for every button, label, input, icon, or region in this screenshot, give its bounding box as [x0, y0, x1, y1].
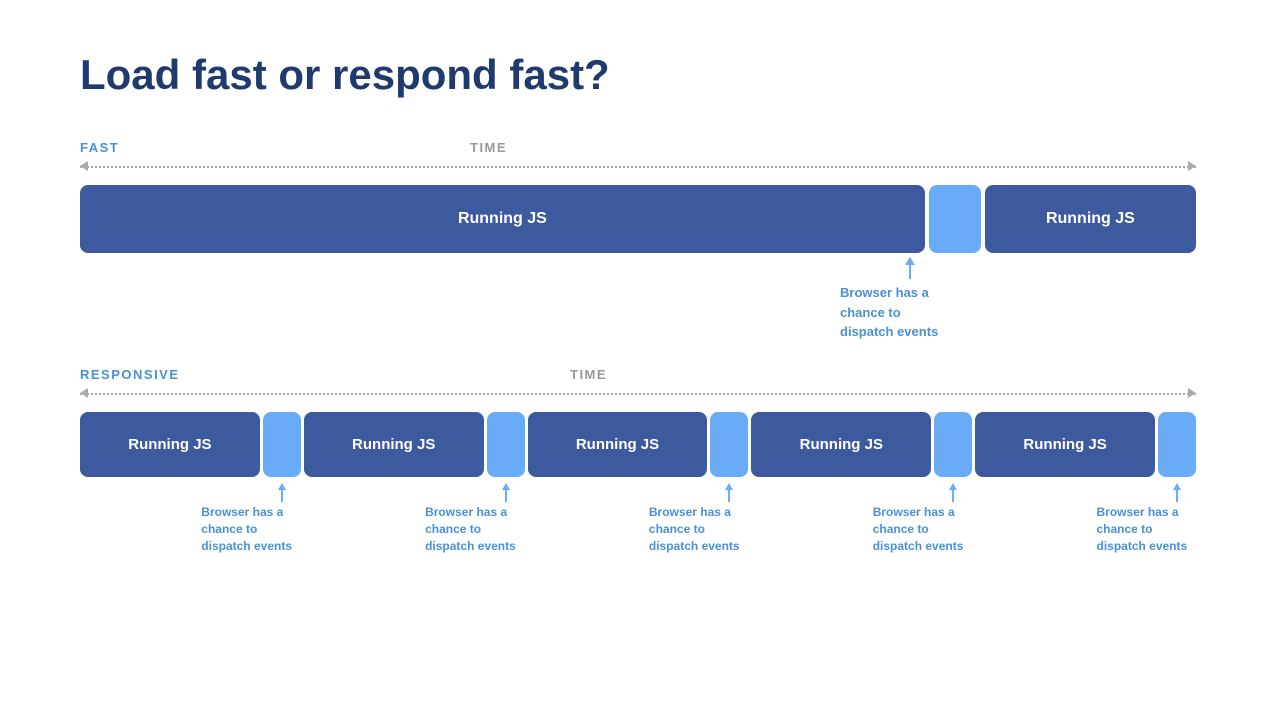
resp-ann-4: Browser has achance todispatch events: [934, 483, 972, 554]
resp-ann-arrow-1: [278, 483, 286, 502]
resp-block-1: Running JS: [80, 412, 260, 477]
fast-time-label: TIME: [470, 140, 507, 155]
resp-ann-arrowhead-1: [278, 483, 286, 490]
fast-arrow-head-right: [1188, 161, 1196, 171]
page-title: Load fast or respond fast?: [80, 50, 1196, 100]
fast-arrow-head-left: [80, 161, 88, 171]
fast-header-row: FAST TIME: [80, 140, 1196, 155]
resp-block-2: Running JS: [304, 412, 484, 477]
resp-ann-arrowhead-5: [1173, 483, 1181, 490]
fast-annotation-area: Browser has achance todispatch events: [80, 257, 1196, 337]
slide: Load fast or respond fast? FAST TIME Run…: [0, 0, 1276, 717]
responsive-arrow-head-right: [1188, 388, 1196, 398]
fast-annotation: Browser has achance todispatch events: [840, 257, 980, 342]
resp-ann-text-3: Browser has achance todispatch events: [649, 504, 769, 554]
fast-blocks-row: Running JS Running JS: [80, 185, 1196, 253]
resp-ann-line-2: [505, 490, 507, 502]
resp-ann-arrow-3: [725, 483, 733, 502]
fast-label: FAST: [80, 140, 180, 155]
resp-gap-1: [263, 412, 301, 477]
fast-arrow-line: [80, 166, 1196, 168]
fast-annotation-text: Browser has achance todispatch events: [840, 283, 980, 342]
resp-gap-2: [487, 412, 525, 477]
resp-ann-text-5: Browser has achance todispatch events: [1096, 504, 1216, 554]
fast-section: FAST TIME Running JS Running JS: [80, 140, 1196, 337]
responsive-arrow-head-left: [80, 388, 88, 398]
resp-ann-2: Browser has achance todispatch events: [487, 483, 525, 554]
fast-block-gap: [929, 185, 981, 253]
resp-ann-arrow-5: [1173, 483, 1181, 502]
responsive-blocks-row: Running JS Running JS Running JS Running…: [80, 412, 1196, 477]
resp-ann-line-1: [281, 490, 283, 502]
resp-ann-line-4: [952, 490, 954, 502]
resp-gap-5: [1158, 412, 1196, 477]
resp-block-3: Running JS: [528, 412, 708, 477]
resp-ann-line-3: [728, 490, 730, 502]
resp-ann-arrowhead-4: [949, 483, 957, 490]
responsive-label: RESPONSIVE: [80, 367, 180, 382]
resp-ann-text-1: Browser has achance todispatch events: [201, 504, 321, 554]
resp-ann-text-4: Browser has achance todispatch events: [873, 504, 993, 554]
responsive-header-row: RESPONSIVE TIME: [80, 367, 1196, 382]
resp-ann-arrow-2: [502, 483, 510, 502]
resp-gap-4: [934, 412, 972, 477]
responsive-section: RESPONSIVE TIME Running JS Running JS Ru…: [80, 367, 1196, 554]
resp-ann-3: Browser has achance todispatch events: [710, 483, 748, 554]
fast-annotation-line: [909, 265, 911, 279]
responsive-arrow-line-container: [80, 384, 1196, 402]
fast-arrow-line-container: [80, 157, 1196, 175]
responsive-arrow-line: [80, 393, 1196, 395]
resp-block-4: Running JS: [751, 412, 931, 477]
resp-gap-3: [710, 412, 748, 477]
resp-ann-1: Browser has achance todispatch events: [263, 483, 301, 554]
responsive-annotations: Browser has achance todispatch events Br…: [80, 483, 1196, 554]
resp-ann-arrowhead-3: [725, 483, 733, 490]
fast-annotation-arrow: [840, 257, 980, 279]
resp-block-5: Running JS: [975, 412, 1155, 477]
fast-block-main: Running JS: [80, 185, 925, 253]
resp-ann-line-5: [1176, 490, 1178, 502]
resp-ann-5: Browser has achance todispatch events: [1158, 483, 1196, 554]
resp-ann-arrow-4: [949, 483, 957, 502]
resp-ann-arrowhead-2: [502, 483, 510, 490]
fast-block-second: Running JS: [985, 185, 1196, 253]
fast-annotation-arrowhead: [905, 257, 915, 265]
resp-ann-text-2: Browser has achance todispatch events: [425, 504, 545, 554]
responsive-time-label: TIME: [570, 367, 607, 382]
